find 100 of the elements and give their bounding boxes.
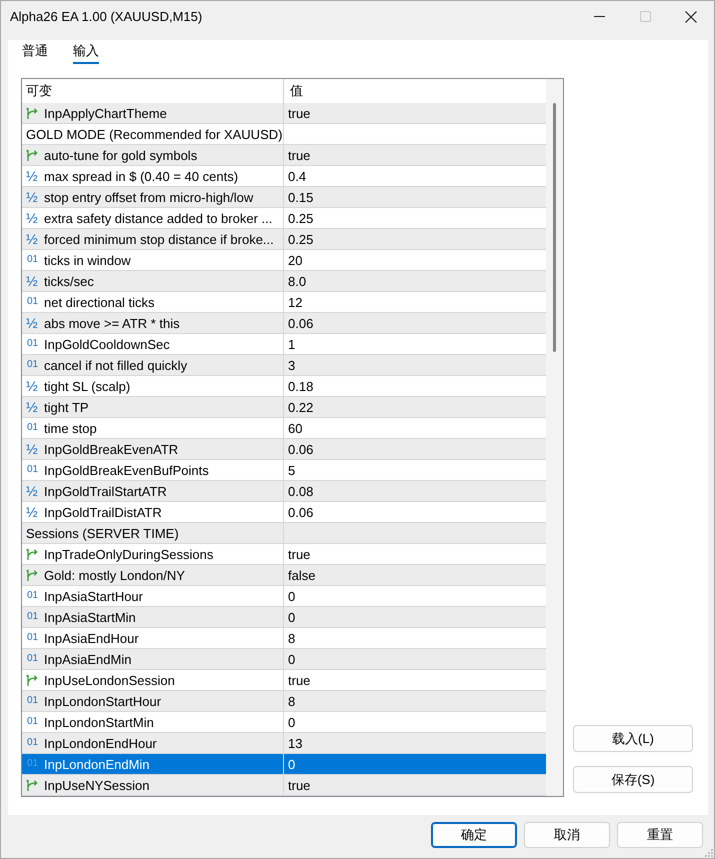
group-row[interactable]: GOLD MODE (Recommended for XAUUSD): [22, 124, 546, 145]
parameter-row[interactable]: 01 time stop 60: [22, 418, 546, 439]
parameter-value: 0: [288, 610, 296, 624]
parameter-name: InpGoldTrailStartATR: [44, 484, 167, 498]
group-row[interactable]: Sessions (SERVER TIME): [22, 523, 546, 544]
parameter-row[interactable]: InpUseNYSession true: [22, 775, 546, 796]
parameter-row[interactable]: 01 cancel if not filled quickly 3: [22, 355, 546, 376]
type-label: ½: [26, 211, 38, 225]
parameter-row[interactable]: 01 InpAsiaStartMin 0: [22, 607, 546, 628]
parameter-value: false: [288, 568, 316, 582]
type-label: 01: [26, 255, 38, 265]
parameter-row[interactable]: ½ extra safety distance added to broker ... 0.25: [22, 208, 546, 229]
parameter-row[interactable]: Gold: mostly London/NY false: [22, 565, 546, 586]
parameter-name: abs move >= ATR * this: [44, 316, 180, 330]
parameter-row[interactable]: ½ InpGoldTrailStartATR 0.08: [22, 481, 546, 502]
parameter-name: InpApplyChartTheme: [44, 106, 167, 120]
parameter-name: tight SL (scalp): [44, 378, 130, 394]
minimize-icon[interactable]: [594, 16, 604, 17]
parameter-name: extra safety distance added to broker ...: [44, 210, 272, 226]
parameter-value: 0.06: [288, 316, 314, 330]
parameter-row[interactable]: ½ forced minimum stop distance if broke... 0.25: [22, 229, 546, 250]
tab[interactable]: 输入: [73, 40, 99, 64]
parameter-value: 0: [288, 756, 296, 772]
parameter-name: max spread in $ (0.40 = 40 cents): [44, 168, 238, 184]
branch-arrow-icon: [26, 107, 38, 119]
type-label: 01: [26, 339, 38, 349]
parameter-value: 1: [288, 336, 296, 352]
parameter-value: 0.06: [288, 504, 314, 520]
branch-arrow-icon: [26, 569, 38, 581]
parameter-row[interactable]: 01 InpAsiaStartHour 0: [22, 586, 546, 607]
parameter-row[interactable]: 01 InpAsiaEndMin 0: [22, 649, 546, 670]
parameter-row[interactable]: 01 net directional ticks 12: [22, 292, 546, 313]
type-label: 01: [26, 465, 38, 475]
parameter-row[interactable]: InpTradeOnlyDuringSessions true: [22, 544, 546, 565]
parameter-row[interactable]: ½ max spread in $ (0.40 = 40 cents) 0.4: [22, 166, 546, 187]
parameter-value: true: [288, 778, 310, 792]
column-header: 可变: [26, 82, 52, 100]
type-label: 01: [26, 696, 38, 706]
parameter-name: time stop: [44, 420, 97, 436]
parameter-row[interactable]: ½ ticks/sec 8.0: [22, 271, 546, 292]
cancel-button[interactable]: 取消: [524, 822, 610, 848]
parameter-row[interactable]: auto-tune for gold symbols true: [22, 145, 546, 166]
reset-button[interactable]: 重置: [617, 822, 703, 848]
parameter-name: InpAsiaStartHour: [44, 588, 143, 604]
parameter-row[interactable]: 01 InpAsiaEndHour 8: [22, 628, 546, 649]
group-label: GOLD MODE (Recommended for XAUUSD): [26, 126, 282, 142]
type-label: 01: [26, 297, 38, 307]
parameter-row[interactable]: ½ tight SL (scalp) 0.18: [22, 376, 546, 397]
parameter-name: ticks/sec: [44, 274, 94, 288]
parameter-row[interactable]: ½ tight TP 0.22: [22, 397, 546, 418]
parameter-row[interactable]: ½ InpGoldBreakEvenATR 0.06: [22, 439, 546, 460]
type-label: 01: [26, 759, 38, 769]
parameter-row[interactable]: ½ stop entry offset from micro-high/low 0.15: [22, 187, 546, 208]
parameter-row[interactable]: InpApplyChartTheme true: [22, 103, 546, 124]
parameter-row[interactable]: InpUseLondonSession true: [22, 670, 546, 691]
type-label: 01: [26, 423, 38, 433]
parameter-row[interactable]: 01 InpLondonStartHour 8: [22, 691, 546, 712]
branch-arrow-icon: [26, 674, 38, 686]
parameter-row[interactable]: 01 InpGoldCooldownSec 1: [22, 334, 546, 355]
parameter-name: InpLondonStartMin: [44, 714, 154, 730]
parameter-row[interactable]: 01 InpLondonEndHour 13: [22, 733, 546, 754]
type-label: ½: [26, 442, 38, 456]
save-button[interactable]: 保存(S): [573, 766, 693, 793]
parameter-name: forced minimum stop distance if broke...: [44, 232, 274, 246]
parameter-value: 20: [288, 252, 302, 268]
type-label: 01: [26, 654, 38, 664]
type-label: ½: [26, 505, 38, 519]
parameter-name: tight TP: [44, 400, 89, 414]
load-button[interactable]: 载入(L): [573, 725, 693, 752]
parameter-name: InpUseNYSession: [44, 778, 150, 792]
scrollbar-thumb[interactable]: [553, 103, 556, 352]
parameter-row[interactable]: 01 InpLondonEndMin 0: [22, 754, 546, 775]
parameter-name: cancel if not filled quickly: [44, 358, 188, 372]
close-icon[interactable]: [685, 10, 697, 22]
parameter-value: true: [288, 106, 310, 120]
type-label: ½: [26, 232, 38, 246]
tab[interactable]: 普通: [22, 40, 48, 64]
parameter-row[interactable]: 01 InpGoldBreakEvenBufPoints 5: [22, 460, 546, 481]
parameter-name: InpGoldTrailDistATR: [44, 504, 162, 520]
parameter-name: InpLondonStartHour: [44, 694, 162, 708]
parameter-row[interactable]: ½ abs move >= ATR * this 0.06: [22, 313, 546, 334]
parameter-name: InpGoldBreakEvenBufPoints: [44, 462, 209, 478]
parameter-name: InpTradeOnlyDuringSessions: [44, 546, 214, 562]
parameter-value: 60: [288, 420, 302, 436]
type-label: ½: [26, 484, 38, 498]
type-label: 01: [26, 738, 38, 748]
parameter-value: 0: [288, 652, 296, 666]
parameter-value: 0.15: [288, 190, 314, 204]
ok-button[interactable]: 确定: [431, 822, 517, 848]
parameter-name: stop entry offset from micro-high/low: [44, 190, 254, 204]
resize-grip-icon[interactable]: [705, 849, 713, 857]
parameter-value: true: [288, 672, 310, 688]
parameter-name: net directional ticks: [44, 294, 155, 310]
parameter-row[interactable]: 01 ticks in window 20: [22, 250, 546, 271]
parameter-row[interactable]: 01 InpLondonStartMin 0: [22, 712, 546, 733]
parameter-value: true: [288, 148, 310, 162]
parameter-row[interactable]: ½ InpGoldTrailDistATR 0.06: [22, 502, 546, 523]
type-label: ½: [26, 316, 38, 330]
parameter-value: 8.0: [288, 274, 306, 288]
parameter-value: 8: [288, 630, 296, 646]
